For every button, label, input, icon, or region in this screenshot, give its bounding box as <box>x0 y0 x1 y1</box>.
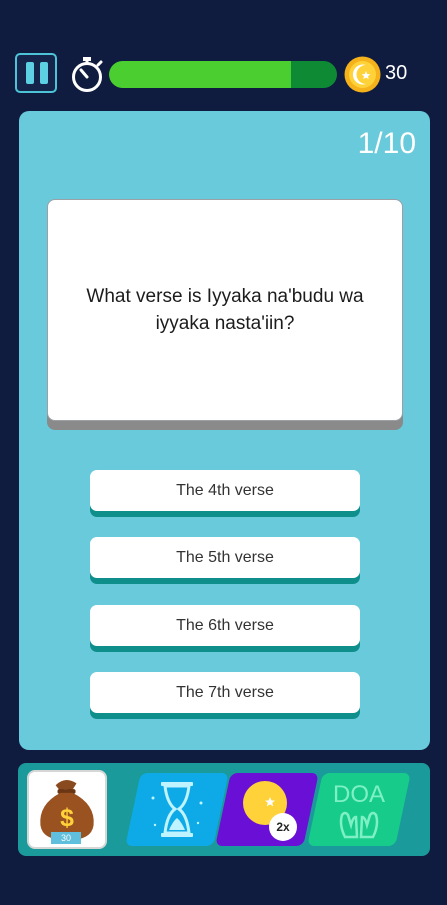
answer-option-2[interactable]: The 5th verse <box>90 537 360 578</box>
coin-icon <box>344 56 381 93</box>
coin-count: 30 <box>385 62 408 84</box>
question-card: What verse is Iyyaka na'budu wa iyyaka n… <box>47 199 403 421</box>
money-bag-powerup[interactable]: $ 30 <box>27 770 107 849</box>
answer-option-3[interactable]: The 6th verse <box>90 605 360 646</box>
pause-icon <box>26 62 34 84</box>
svg-text:$: $ <box>60 805 74 832</box>
quiz-panel: 1/10 What verse is Iyyaka na'budu wa iyy… <box>19 111 430 750</box>
money-count: 30 <box>51 832 81 844</box>
timer-progress-fill <box>109 61 292 88</box>
double-coin-powerup[interactable]: 2x <box>215 773 319 846</box>
hourglass-icon <box>151 782 203 837</box>
answer-option-1[interactable]: The 4th verse <box>90 470 360 511</box>
question-counter: 1/10 <box>357 127 416 160</box>
answer-option-4[interactable]: The 7th verse <box>90 672 360 713</box>
pause-button[interactable] <box>15 53 57 93</box>
powerup-bar: $ 30 2x DOA <box>18 763 430 856</box>
crescent-coin-icon <box>243 781 287 825</box>
double-badge: 2x <box>269 813 297 841</box>
stopwatch-icon <box>72 57 103 92</box>
praying-hands-icon <box>339 811 379 839</box>
hourglass-powerup[interactable] <box>125 773 229 846</box>
timer-progress-bar <box>109 61 337 88</box>
question-text: What verse is Iyyaka na'budu wa iyyaka n… <box>86 286 364 334</box>
doa-powerup[interactable]: DOA <box>307 773 411 846</box>
